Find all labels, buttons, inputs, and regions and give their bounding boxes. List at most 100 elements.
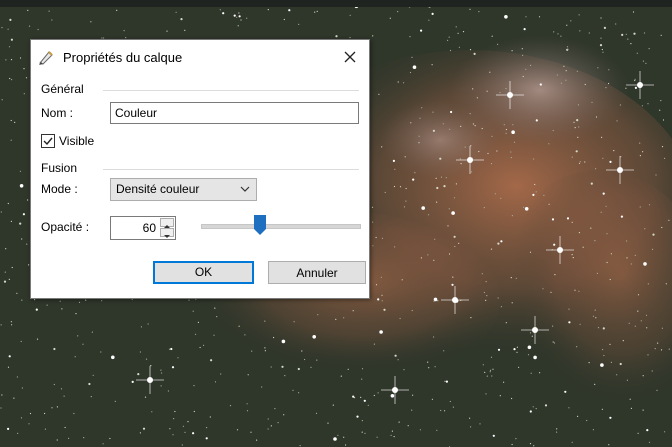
star — [661, 226, 663, 229]
star — [637, 294, 640, 296]
star — [532, 406, 534, 408]
star — [529, 410, 532, 413]
opacity-slider-track[interactable] — [201, 224, 361, 229]
star — [443, 350, 445, 352]
star — [0, 407, 2, 409]
close-icon[interactable] — [339, 46, 361, 68]
star — [160, 369, 162, 371]
star — [197, 321, 199, 323]
star — [14, 121, 16, 123]
star — [626, 257, 628, 259]
star — [236, 429, 239, 431]
star — [639, 142, 641, 144]
mode-select[interactable]: Densité couleur — [110, 178, 257, 201]
star — [236, 16, 238, 18]
star — [576, 119, 579, 122]
star — [264, 320, 266, 322]
star — [4, 271, 6, 273]
star — [270, 366, 272, 368]
star — [171, 366, 175, 369]
star — [34, 299, 36, 301]
star — [131, 298, 133, 301]
star — [505, 132, 507, 134]
star — [111, 355, 115, 360]
star — [622, 340, 624, 342]
star — [615, 23, 617, 25]
star — [497, 43, 499, 46]
spin-up-button[interactable] — [160, 218, 174, 228]
star — [53, 347, 56, 351]
star — [435, 177, 437, 179]
star — [510, 277, 512, 279]
star — [609, 416, 612, 419]
star — [373, 394, 375, 397]
star — [53, 383, 55, 386]
star — [560, 35, 562, 37]
star — [333, 437, 337, 441]
star — [267, 9, 269, 11]
star — [503, 381, 505, 383]
star — [405, 187, 407, 190]
group-fusion-divider — [103, 169, 359, 170]
title-bar[interactable]: Propriétés du calque — [31, 40, 369, 74]
star — [524, 207, 529, 211]
star — [552, 129, 554, 132]
cancel-button[interactable]: Annuler — [268, 261, 366, 284]
opacity-spinbox[interactable]: 60 — [110, 216, 176, 240]
star — [485, 393, 487, 395]
star — [102, 443, 104, 445]
star — [571, 254, 573, 256]
star — [0, 211, 2, 213]
star — [516, 351, 518, 353]
star — [267, 428, 269, 430]
visible-checkbox[interactable] — [41, 134, 55, 148]
star — [511, 130, 515, 134]
star — [131, 380, 134, 383]
star — [90, 396, 92, 398]
star — [91, 331, 93, 333]
ok-button[interactable]: OK — [153, 261, 254, 284]
star — [409, 36, 411, 38]
star — [648, 204, 651, 206]
star — [548, 203, 550, 205]
star — [451, 211, 455, 215]
star — [29, 412, 32, 415]
star — [610, 253, 613, 255]
star — [261, 386, 263, 388]
star — [486, 295, 488, 297]
star — [431, 64, 433, 66]
star — [576, 346, 578, 348]
star — [420, 257, 422, 259]
star — [297, 367, 300, 371]
star — [449, 49, 452, 52]
star — [264, 347, 266, 349]
star — [434, 238, 436, 240]
star — [25, 77, 28, 79]
star — [343, 436, 345, 438]
star — [418, 142, 420, 144]
star — [640, 320, 642, 322]
spin-down-button[interactable] — [160, 228, 174, 238]
star — [595, 168, 597, 170]
star — [599, 44, 603, 47]
visible-label[interactable]: Visible — [59, 134, 94, 148]
star — [527, 354, 530, 356]
star — [288, 9, 291, 12]
star — [51, 19, 53, 21]
star — [194, 333, 197, 335]
star — [403, 206, 406, 208]
name-input[interactable]: Couleur — [110, 102, 359, 124]
star — [147, 323, 149, 325]
star — [603, 26, 607, 29]
star — [601, 48, 603, 51]
star — [600, 17, 602, 19]
mode-value: Densité couleur — [116, 182, 200, 196]
star — [73, 412, 75, 415]
star — [60, 388, 63, 390]
star — [161, 372, 163, 374]
star — [174, 410, 176, 413]
opacity-slider-thumb[interactable] — [253, 215, 266, 235]
star — [523, 206, 525, 208]
star — [411, 309, 413, 312]
star — [292, 389, 294, 391]
